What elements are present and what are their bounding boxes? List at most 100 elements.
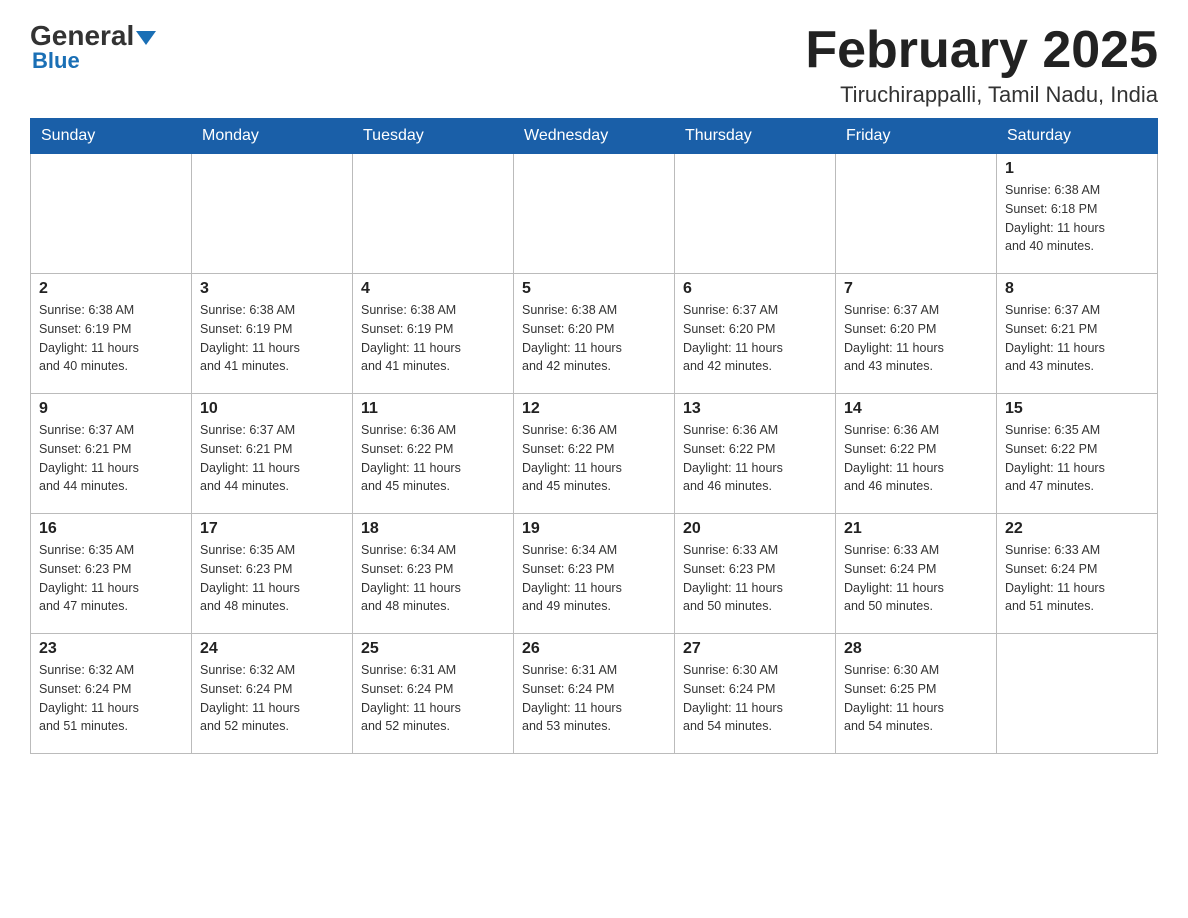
calendar-cell: 6Sunrise: 6:37 AMSunset: 6:20 PMDaylight… xyxy=(675,274,836,394)
day-number: 9 xyxy=(39,400,183,418)
day-number: 14 xyxy=(844,400,988,418)
calendar-cell: 11Sunrise: 6:36 AMSunset: 6:22 PMDayligh… xyxy=(353,394,514,514)
calendar-cell: 25 Sunrise: 6:31 AMSunset: 6:24 PMDayligh… xyxy=(353,634,514,754)
calendar-cell: 14 Sunrise: 6:36 AMSunset: 6:22 PMDayligh… xyxy=(836,394,997,514)
logo: General Blue xyxy=(30,20,156,74)
day-number: 26 xyxy=(522,640,666,658)
col-header-saturday: Saturday xyxy=(997,119,1158,154)
logo-blue-text: Blue xyxy=(32,48,80,74)
calendar-cell: 19 Sunrise: 6:34 AMSunset: 6:23 PMDayligh… xyxy=(514,514,675,634)
day-number: 16 xyxy=(39,520,183,538)
col-header-friday: Friday xyxy=(836,119,997,154)
calendar-cell xyxy=(31,154,192,274)
day-number: 21 xyxy=(844,520,988,538)
day-number: 24 xyxy=(200,640,344,658)
day-number: 7 xyxy=(844,280,988,298)
calendar-cell: 28 Sunrise: 6:30 AMSunset: 6:25 PMDayligh… xyxy=(836,634,997,754)
week-row-4: 16 Sunrise: 6:35 AMSunset: 6:23 PMDayligh… xyxy=(31,514,1158,634)
day-number: 3 xyxy=(200,280,344,298)
calendar-cell xyxy=(675,154,836,274)
day-info: Sunrise: 6:37 AMSunset: 6:21 PMDaylight:… xyxy=(200,421,344,496)
day-info: Sunrise: 6:33 AMSunset: 6:24 PMDaylight:… xyxy=(1005,541,1149,616)
calendar-cell: 21 Sunrise: 6:33 AMSunset: 6:24 PMDayligh… xyxy=(836,514,997,634)
location-text: Tiruchirappalli, Tamil Nadu, India xyxy=(805,82,1158,108)
calendar-cell xyxy=(353,154,514,274)
day-info: Sunrise: 6:32 AMSunset: 6:24 PMDaylight:… xyxy=(39,661,183,736)
calendar-cell xyxy=(514,154,675,274)
day-number: 4 xyxy=(361,280,505,298)
day-number: 12 xyxy=(522,400,666,418)
day-info: Sunrise: 6:33 AMSunset: 6:24 PMDaylight:… xyxy=(844,541,988,616)
day-number: 17 xyxy=(200,520,344,538)
calendar-cell: 10 Sunrise: 6:37 AMSunset: 6:21 PMDayligh… xyxy=(192,394,353,514)
day-info: Sunrise: 6:36 AMSunset: 6:22 PMDaylight:… xyxy=(683,421,827,496)
day-info: Sunrise: 6:34 AMSunset: 6:23 PMDaylight:… xyxy=(522,541,666,616)
week-row-1: 1 Sunrise: 6:38 AMSunset: 6:18 PMDaylight… xyxy=(31,154,1158,274)
day-number: 10 xyxy=(200,400,344,418)
calendar-cell xyxy=(192,154,353,274)
day-info: Sunrise: 6:38 AMSunset: 6:19 PMDaylight:… xyxy=(361,301,505,376)
day-number: 13 xyxy=(683,400,827,418)
day-info: Sunrise: 6:36 AMSunset: 6:22 PMDaylight:… xyxy=(844,421,988,496)
day-number: 27 xyxy=(683,640,827,658)
day-number: 11 xyxy=(361,400,505,418)
day-number: 28 xyxy=(844,640,988,658)
day-info: Sunrise: 6:35 AMSunset: 6:22 PMDaylight:… xyxy=(1005,421,1149,496)
day-info: Sunrise: 6:38 AMSunset: 6:19 PMDaylight:… xyxy=(39,301,183,376)
day-info: Sunrise: 6:31 AMSunset: 6:24 PMDaylight:… xyxy=(522,661,666,736)
day-number: 15 xyxy=(1005,400,1149,418)
calendar-cell: 17Sunrise: 6:35 AMSunset: 6:23 PMDayligh… xyxy=(192,514,353,634)
day-info: Sunrise: 6:30 AMSunset: 6:25 PMDaylight:… xyxy=(844,661,988,736)
col-header-sunday: Sunday xyxy=(31,119,192,154)
day-number: 19 xyxy=(522,520,666,538)
col-header-monday: Monday xyxy=(192,119,353,154)
week-row-5: 23 Sunrise: 6:32 AMSunset: 6:24 PMDayligh… xyxy=(31,634,1158,754)
calendar-cell: 26 Sunrise: 6:31 AMSunset: 6:24 PMDayligh… xyxy=(514,634,675,754)
day-number: 23 xyxy=(39,640,183,658)
day-info: Sunrise: 6:38 AMSunset: 6:20 PMDaylight:… xyxy=(522,301,666,376)
calendar-cell: 20 Sunrise: 6:33 AMSunset: 6:23 PMDayligh… xyxy=(675,514,836,634)
calendar-cell: 15 Sunrise: 6:35 AMSunset: 6:22 PMDayligh… xyxy=(997,394,1158,514)
day-number: 1 xyxy=(1005,160,1149,178)
logo-arrow-icon xyxy=(136,31,156,45)
col-header-tuesday: Tuesday xyxy=(353,119,514,154)
calendar-cell xyxy=(997,634,1158,754)
col-header-wednesday: Wednesday xyxy=(514,119,675,154)
day-number: 25 xyxy=(361,640,505,658)
day-info: Sunrise: 6:37 AMSunset: 6:20 PMDaylight:… xyxy=(844,301,988,376)
calendar-cell: 5 Sunrise: 6:38 AMSunset: 6:20 PMDaylight… xyxy=(514,274,675,394)
day-info: Sunrise: 6:30 AMSunset: 6:24 PMDaylight:… xyxy=(683,661,827,736)
calendar-cell: 1 Sunrise: 6:38 AMSunset: 6:18 PMDaylight… xyxy=(997,154,1158,274)
day-info: Sunrise: 6:38 AMSunset: 6:19 PMDaylight:… xyxy=(200,301,344,376)
day-info: Sunrise: 6:32 AMSunset: 6:24 PMDaylight:… xyxy=(200,661,344,736)
day-info: Sunrise: 6:36 AMSunset: 6:22 PMDaylight:… xyxy=(522,421,666,496)
day-info: Sunrise: 6:33 AMSunset: 6:23 PMDaylight:… xyxy=(683,541,827,616)
calendar-cell: 13 Sunrise: 6:36 AMSunset: 6:22 PMDayligh… xyxy=(675,394,836,514)
day-info: Sunrise: 6:35 AMSunset: 6:23 PMDaylight:… xyxy=(39,541,183,616)
day-number: 22 xyxy=(1005,520,1149,538)
week-row-3: 9 Sunrise: 6:37 AMSunset: 6:21 PMDaylight… xyxy=(31,394,1158,514)
calendar-cell: 18Sunrise: 6:34 AMSunset: 6:23 PMDayligh… xyxy=(353,514,514,634)
day-number: 5 xyxy=(522,280,666,298)
calendar-cell: 24 Sunrise: 6:32 AMSunset: 6:24 PMDayligh… xyxy=(192,634,353,754)
calendar-cell: 3 Sunrise: 6:38 AMSunset: 6:19 PMDaylight… xyxy=(192,274,353,394)
calendar-cell: 16 Sunrise: 6:35 AMSunset: 6:23 PMDayligh… xyxy=(31,514,192,634)
day-number: 6 xyxy=(683,280,827,298)
day-number: 18 xyxy=(361,520,505,538)
calendar-cell xyxy=(836,154,997,274)
day-info: Sunrise: 6:31 AMSunset: 6:24 PMDaylight:… xyxy=(361,661,505,736)
week-row-2: 2Sunrise: 6:38 AMSunset: 6:19 PMDaylight… xyxy=(31,274,1158,394)
calendar-cell: 22 Sunrise: 6:33 AMSunset: 6:24 PMDayligh… xyxy=(997,514,1158,634)
day-number: 8 xyxy=(1005,280,1149,298)
calendar-table: SundayMondayTuesdayWednesdayThursdayFrid… xyxy=(30,118,1158,754)
day-number: 20 xyxy=(683,520,827,538)
calendar-cell: 4 Sunrise: 6:38 AMSunset: 6:19 PMDaylight… xyxy=(353,274,514,394)
calendar-cell: 7 Sunrise: 6:37 AMSunset: 6:20 PMDaylight… xyxy=(836,274,997,394)
calendar-cell: 8 Sunrise: 6:37 AMSunset: 6:21 PMDaylight… xyxy=(997,274,1158,394)
day-info: Sunrise: 6:38 AMSunset: 6:18 PMDaylight:… xyxy=(1005,181,1149,256)
day-info: Sunrise: 6:37 AMSunset: 6:21 PMDaylight:… xyxy=(1005,301,1149,376)
calendar-cell: 27 Sunrise: 6:30 AMSunset: 6:24 PMDayligh… xyxy=(675,634,836,754)
calendar-cell: 23 Sunrise: 6:32 AMSunset: 6:24 PMDayligh… xyxy=(31,634,192,754)
calendar-cell: 2Sunrise: 6:38 AMSunset: 6:19 PMDaylight… xyxy=(31,274,192,394)
calendar-cell: 12 Sunrise: 6:36 AMSunset: 6:22 PMDayligh… xyxy=(514,394,675,514)
